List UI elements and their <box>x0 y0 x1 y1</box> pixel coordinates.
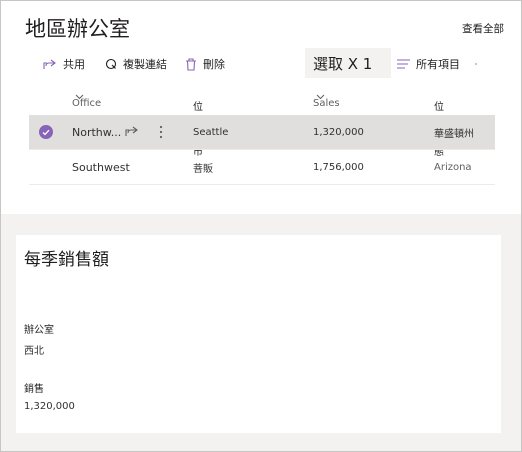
row-select-checkbox[interactable] <box>39 125 53 139</box>
column-header-office-label: Office <box>72 98 102 109</box>
card-title: 每季銷售額 <box>24 250 109 270</box>
cell-sales: 1,756,000 <box>313 161 364 173</box>
office-field-value: 西北 <box>24 346 44 357</box>
cell-sales: 1,320,000 <box>313 126 364 138</box>
delete-button[interactable]: 刪除 <box>185 55 225 73</box>
sales-field-value: 1,320,000 <box>24 401 75 412</box>
trash-icon <box>186 57 196 71</box>
table-row[interactable]: Northw... Seattle 1,320,000 華盛頓州 <box>29 115 495 149</box>
view-all-link[interactable]: 查看全部 <box>462 21 504 36</box>
table-row[interactable]: Southwest 菩販 1,756,000 Arizona <box>29 150 495 184</box>
copy-link-label: 複製連結 <box>123 58 167 71</box>
share-icon <box>43 59 56 69</box>
cell-office[interactable]: Southwest <box>72 150 130 184</box>
delete-label: 刪除 <box>203 58 225 71</box>
page-title: 地區辦公室 <box>25 17 130 41</box>
cell-office[interactable]: Northw... <box>72 115 121 149</box>
column-header-office[interactable]: Office <box>72 94 101 109</box>
cell-state: Arizona <box>434 161 472 173</box>
more-vertical-icon[interactable] <box>159 125 163 139</box>
column-header-sales[interactable]: Sales <box>313 94 340 109</box>
overflow-indicator <box>475 63 477 65</box>
cell-state: 華盛頓州 <box>434 128 474 140</box>
selection-count[interactable]: 選取 X 1 <box>305 48 391 78</box>
view-switcher-button[interactable]: 所有項目 <box>397 55 460 73</box>
link-icon <box>105 58 117 70</box>
checkmark-icon <box>42 129 50 135</box>
view-switcher-label: 所有項目 <box>416 58 460 71</box>
share-label: 共用 <box>63 58 85 71</box>
detail-card: 每季銷售額 辦公室 西北 銷售 1,320,000 <box>16 235 501 433</box>
office-field-label: 辦公室 <box>24 325 54 336</box>
list-view-icon <box>397 59 410 69</box>
cell-city: Seattle <box>193 126 229 138</box>
column-header-sales-label: Sales <box>313 98 340 109</box>
share-button[interactable]: 共用 <box>43 55 85 73</box>
list-header: Office 位置: 縣市 Sales 位置: 狀態 <box>1 90 521 158</box>
row-divider <box>29 184 495 185</box>
list-web-part: 地區辦公室 查看全部 共用 複製連結 刪除 選取 X 1 所有項目 Office <box>1 1 521 214</box>
cell-city: 菩販 <box>193 163 213 175</box>
copy-link-button[interactable]: 複製連結 <box>105 55 167 73</box>
share-icon[interactable] <box>125 125 139 137</box>
sales-field-label: 銷售 <box>24 384 44 395</box>
